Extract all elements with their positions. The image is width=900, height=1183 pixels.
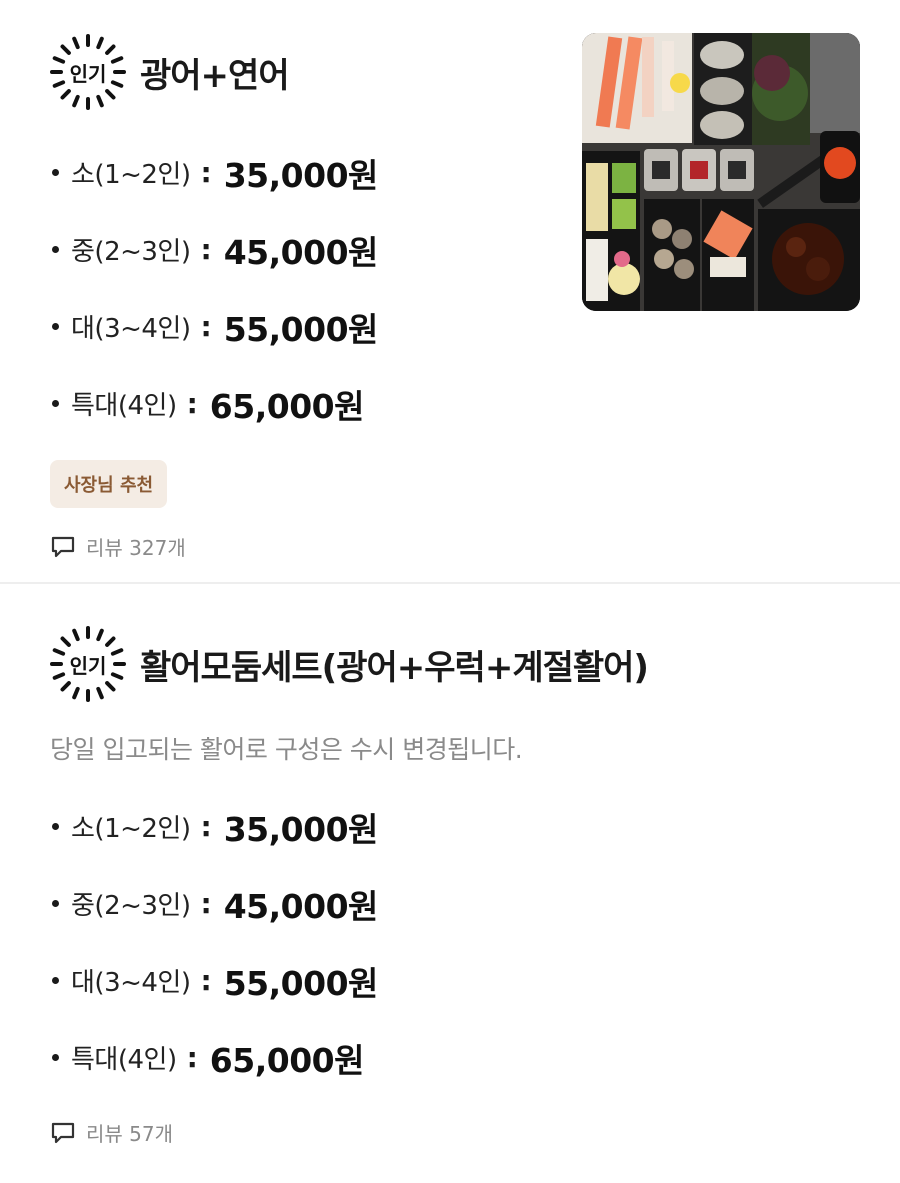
price-row-large: 대(3~4인) : 55,000원 (50, 942, 850, 1019)
colon: : (200, 964, 212, 997)
bullet (52, 400, 59, 407)
colon: : (200, 156, 212, 189)
bullet (52, 323, 59, 330)
colon: : (186, 387, 198, 420)
badge-label: 인기 (69, 653, 107, 678)
item-title: 광어+연어 (140, 55, 290, 96)
item-title: 활어모둠세트(광어+우럭+계절활어) (140, 647, 649, 688)
bullet (52, 977, 59, 984)
size-label: 대(3~4인) (71, 968, 191, 998)
size-label: 특대(4인) (71, 391, 177, 421)
review-count[interactable]: 리뷰 327개 (50, 532, 850, 561)
colon: : (186, 1041, 198, 1074)
chef-recommend-tag: 사장님 추천 (50, 460, 168, 508)
item-description: 당일 입고되는 활어로 구성은 수시 변경됩니다. (50, 735, 523, 764)
size-label: 소(1~2인) (71, 814, 191, 844)
price-row-medium: 중(2~3인) : 45,000원 (50, 865, 850, 942)
price-value: 65,000원 (209, 386, 365, 426)
menu-item-flatfish-salmon[interactable]: 인기 광어+연어 소(1~2인) : 35,000원 중(2~3인) : 45,… (0, 0, 900, 582)
bullet (52, 900, 59, 907)
review-count[interactable]: 리뷰 57개 (50, 1118, 850, 1147)
bullet (52, 1054, 59, 1061)
size-label: 중(2~3인) (71, 237, 191, 267)
popular-badge: 인기 (48, 624, 128, 704)
title-row: 인기 활어모둠세트(광어+우럭+계절활어) (48, 624, 850, 704)
colon: : (200, 310, 212, 343)
speech-bubble-icon (51, 536, 75, 557)
review-count-label: 리뷰 327개 (86, 536, 186, 560)
badge-label: 인기 (69, 61, 107, 86)
bullet (52, 246, 59, 253)
popular-badge: 인기 (48, 32, 128, 112)
size-label: 중(2~3인) (71, 891, 191, 921)
price-value: 35,000원 (223, 809, 379, 849)
size-label: 소(1~2인) (71, 160, 191, 190)
bullet (52, 823, 59, 830)
speech-bubble-icon (51, 1122, 75, 1143)
sashimi-platter-photo (582, 33, 860, 311)
price-row-small: 소(1~2인) : 35,000원 (50, 788, 850, 865)
colon: : (200, 233, 212, 266)
size-label: 대(3~4인) (71, 314, 191, 344)
size-label: 특대(4인) (71, 1045, 177, 1075)
bullet (52, 169, 59, 176)
colon: : (200, 810, 212, 843)
review-count-label: 리뷰 57개 (86, 1122, 174, 1146)
menu-photo[interactable] (582, 33, 860, 311)
menu-item-live-fish-set[interactable]: 인기 활어모둠세트(광어+우럭+계절활어) 당일 입고되는 활어로 구성은 수시… (0, 584, 900, 1147)
price-value: 45,000원 (223, 886, 379, 926)
price-value: 45,000원 (223, 232, 379, 272)
price-value: 55,000원 (223, 309, 379, 349)
colon: : (200, 887, 212, 920)
price-value: 35,000원 (223, 155, 379, 195)
price-row-xlarge: 특대(4인) : 65,000원 (50, 365, 850, 442)
price-row-xlarge: 특대(4인) : 65,000원 (50, 1019, 850, 1096)
price-list: 소(1~2인) : 35,000원 중(2~3인) : 45,000원 대(3~… (50, 788, 850, 1096)
price-value: 65,000원 (209, 1040, 365, 1080)
price-value: 55,000원 (223, 963, 379, 1003)
